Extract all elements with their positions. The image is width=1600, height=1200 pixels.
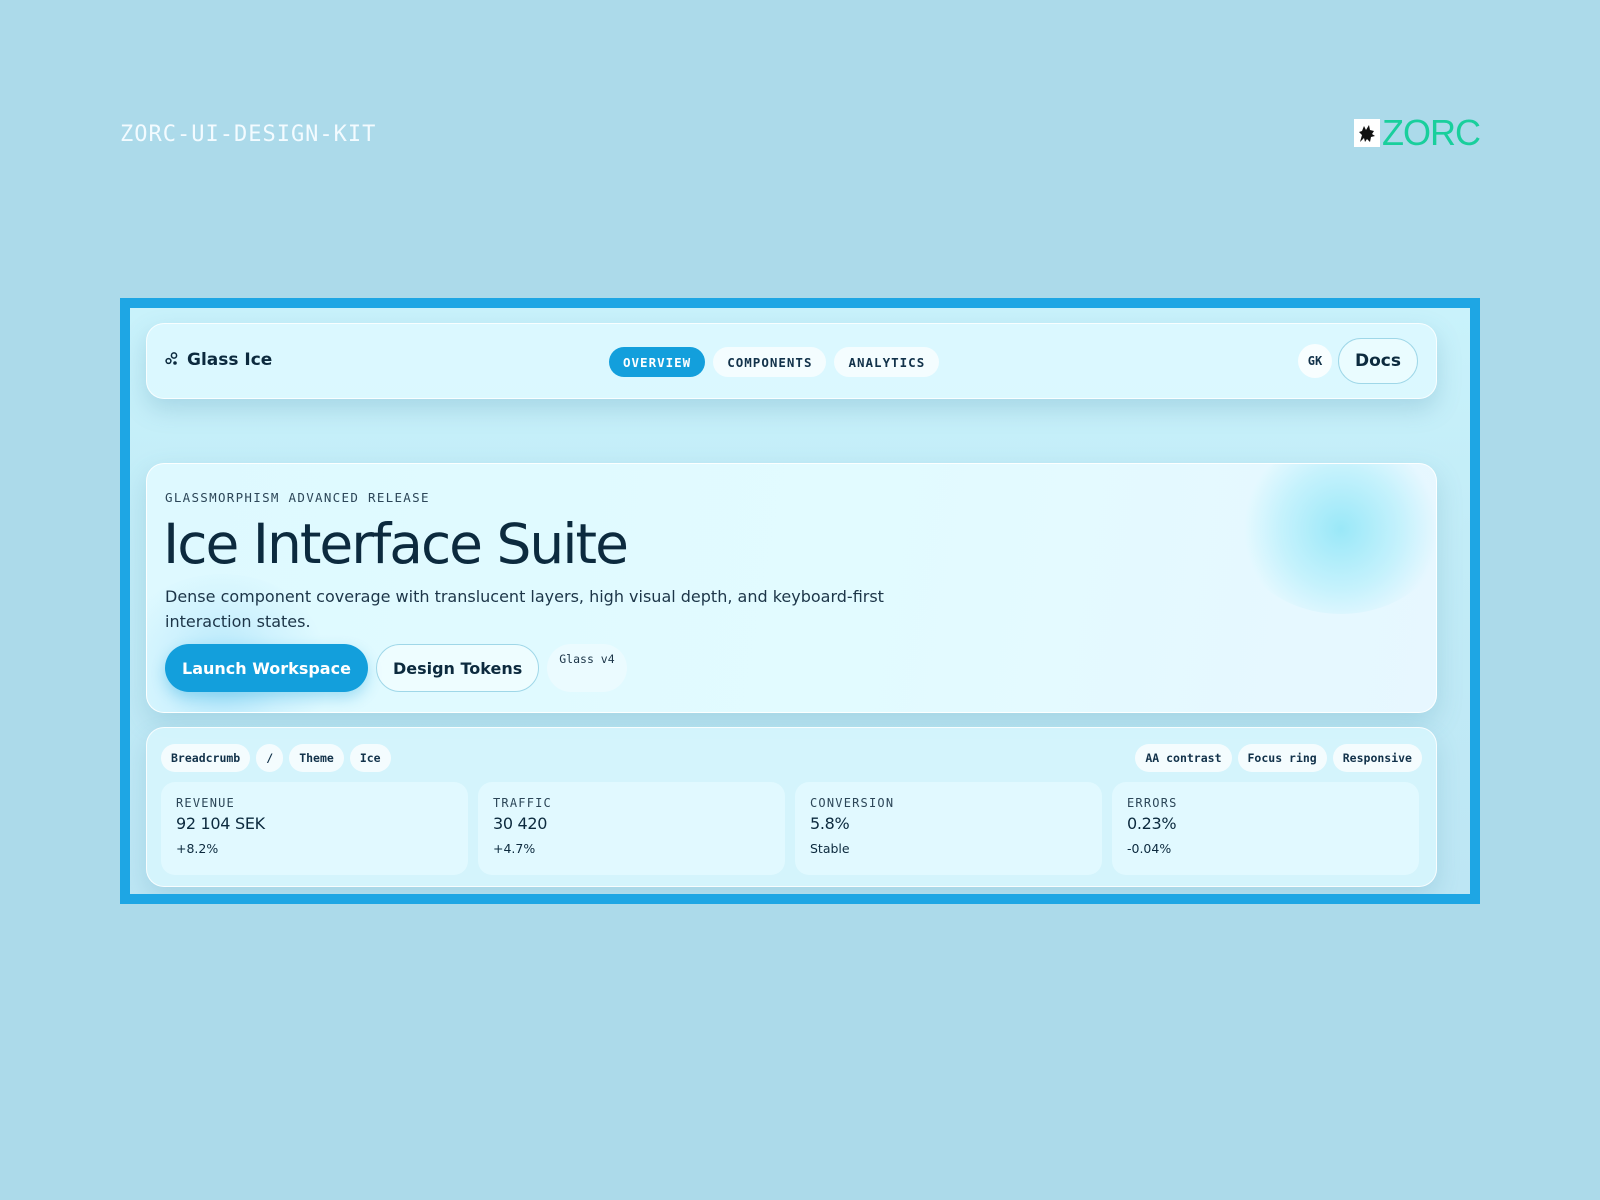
hero-description: Dense component coverage with translucen… [165,587,884,631]
chip-focus-ring: Focus ring [1237,744,1327,772]
hero-actions: Launch Workspace Design Tokens Glass v4 [165,644,627,692]
stat-value: 92 104 SEK [176,814,265,833]
breadcrumb-separator: / [256,744,284,772]
stat-card-conversion: CONVERSION 5.8% Stable [795,782,1102,875]
tab-components[interactable]: COMPONENTS [713,347,827,377]
avatar[interactable]: GK [1298,344,1332,378]
stat-cards: REVENUE 92 104 SEK +8.2% TRAFFIC 30 420 … [161,782,1419,875]
stat-label: CONVERSION [810,796,895,810]
tab-analytics[interactable]: ANALYTICS [834,347,940,377]
chip-aa-contrast: AA contrast [1135,744,1232,772]
stat-label: ERRORS [1127,796,1178,810]
breadcrumb: Breadcrumb / Theme Ice [161,744,391,772]
kit-title: ZORC-UI-DESIGN-KIT [120,122,377,147]
status-panel: Breadcrumb / Theme Ice AA contrast Focus… [146,727,1437,887]
version-chip: Glass v4 [547,644,627,692]
chip-responsive: Responsive [1332,744,1422,772]
launch-workspace-button[interactable]: Launch Workspace [165,644,368,692]
hero-card: GLASSMORPHISM ADVANCED RELEASE Ice Inter… [146,463,1437,713]
stat-label: REVENUE [176,796,235,810]
breadcrumb-item-ice[interactable]: Ice [349,744,391,772]
breadcrumb-item-root[interactable]: Breadcrumb [161,744,251,772]
stat-value: 30 420 [493,814,548,833]
molecule-icon [165,351,179,370]
stat-value: 5.8% [810,814,850,833]
tab-overview[interactable]: OVERVIEW [609,347,706,377]
design-tokens-button[interactable]: Design Tokens [375,644,540,692]
feature-chips: AA contrast Focus ring Responsive [1135,744,1422,772]
stat-delta: +4.7% [493,841,536,856]
nav-tabs: OVERVIEW COMPONENTS ANALYTICS [609,347,940,377]
stat-delta: -0.04% [1127,841,1172,856]
nav-actions: GK Docs [1298,338,1418,384]
brand-logo: ZORC [1354,112,1481,153]
wolf-icon [1354,119,1380,147]
stat-card-traffic: TRAFFIC 30 420 +4.7% [478,782,785,875]
nav-brand-name: Glass Ice [187,350,273,370]
hero-glow [1236,464,1436,614]
stat-value: 0.23% [1127,814,1177,833]
preview-frame: Glass Ice OVERVIEW COMPONENTS ANALYTICS … [120,298,1480,904]
top-nav: Glass Ice OVERVIEW COMPONENTS ANALYTICS … [146,323,1437,399]
breadcrumb-item-theme[interactable]: Theme [289,744,344,772]
stat-label: TRAFFIC [493,796,552,810]
stat-delta: +8.2% [176,841,219,856]
nav-brand[interactable]: Glass Ice [165,350,272,370]
stat-card-revenue: REVENUE 92 104 SEK +8.2% [161,782,468,875]
stat-delta: Stable [810,841,850,856]
hero-title: Ice Interface Suite [163,512,629,576]
docs-button[interactable]: Docs [1338,338,1418,384]
stat-card-errors: ERRORS 0.23% -0.04% [1112,782,1419,875]
hero-eyebrow: GLASSMORPHISM ADVANCED RELEASE [165,490,430,505]
brand-wordmark: ZORC [1382,112,1481,153]
